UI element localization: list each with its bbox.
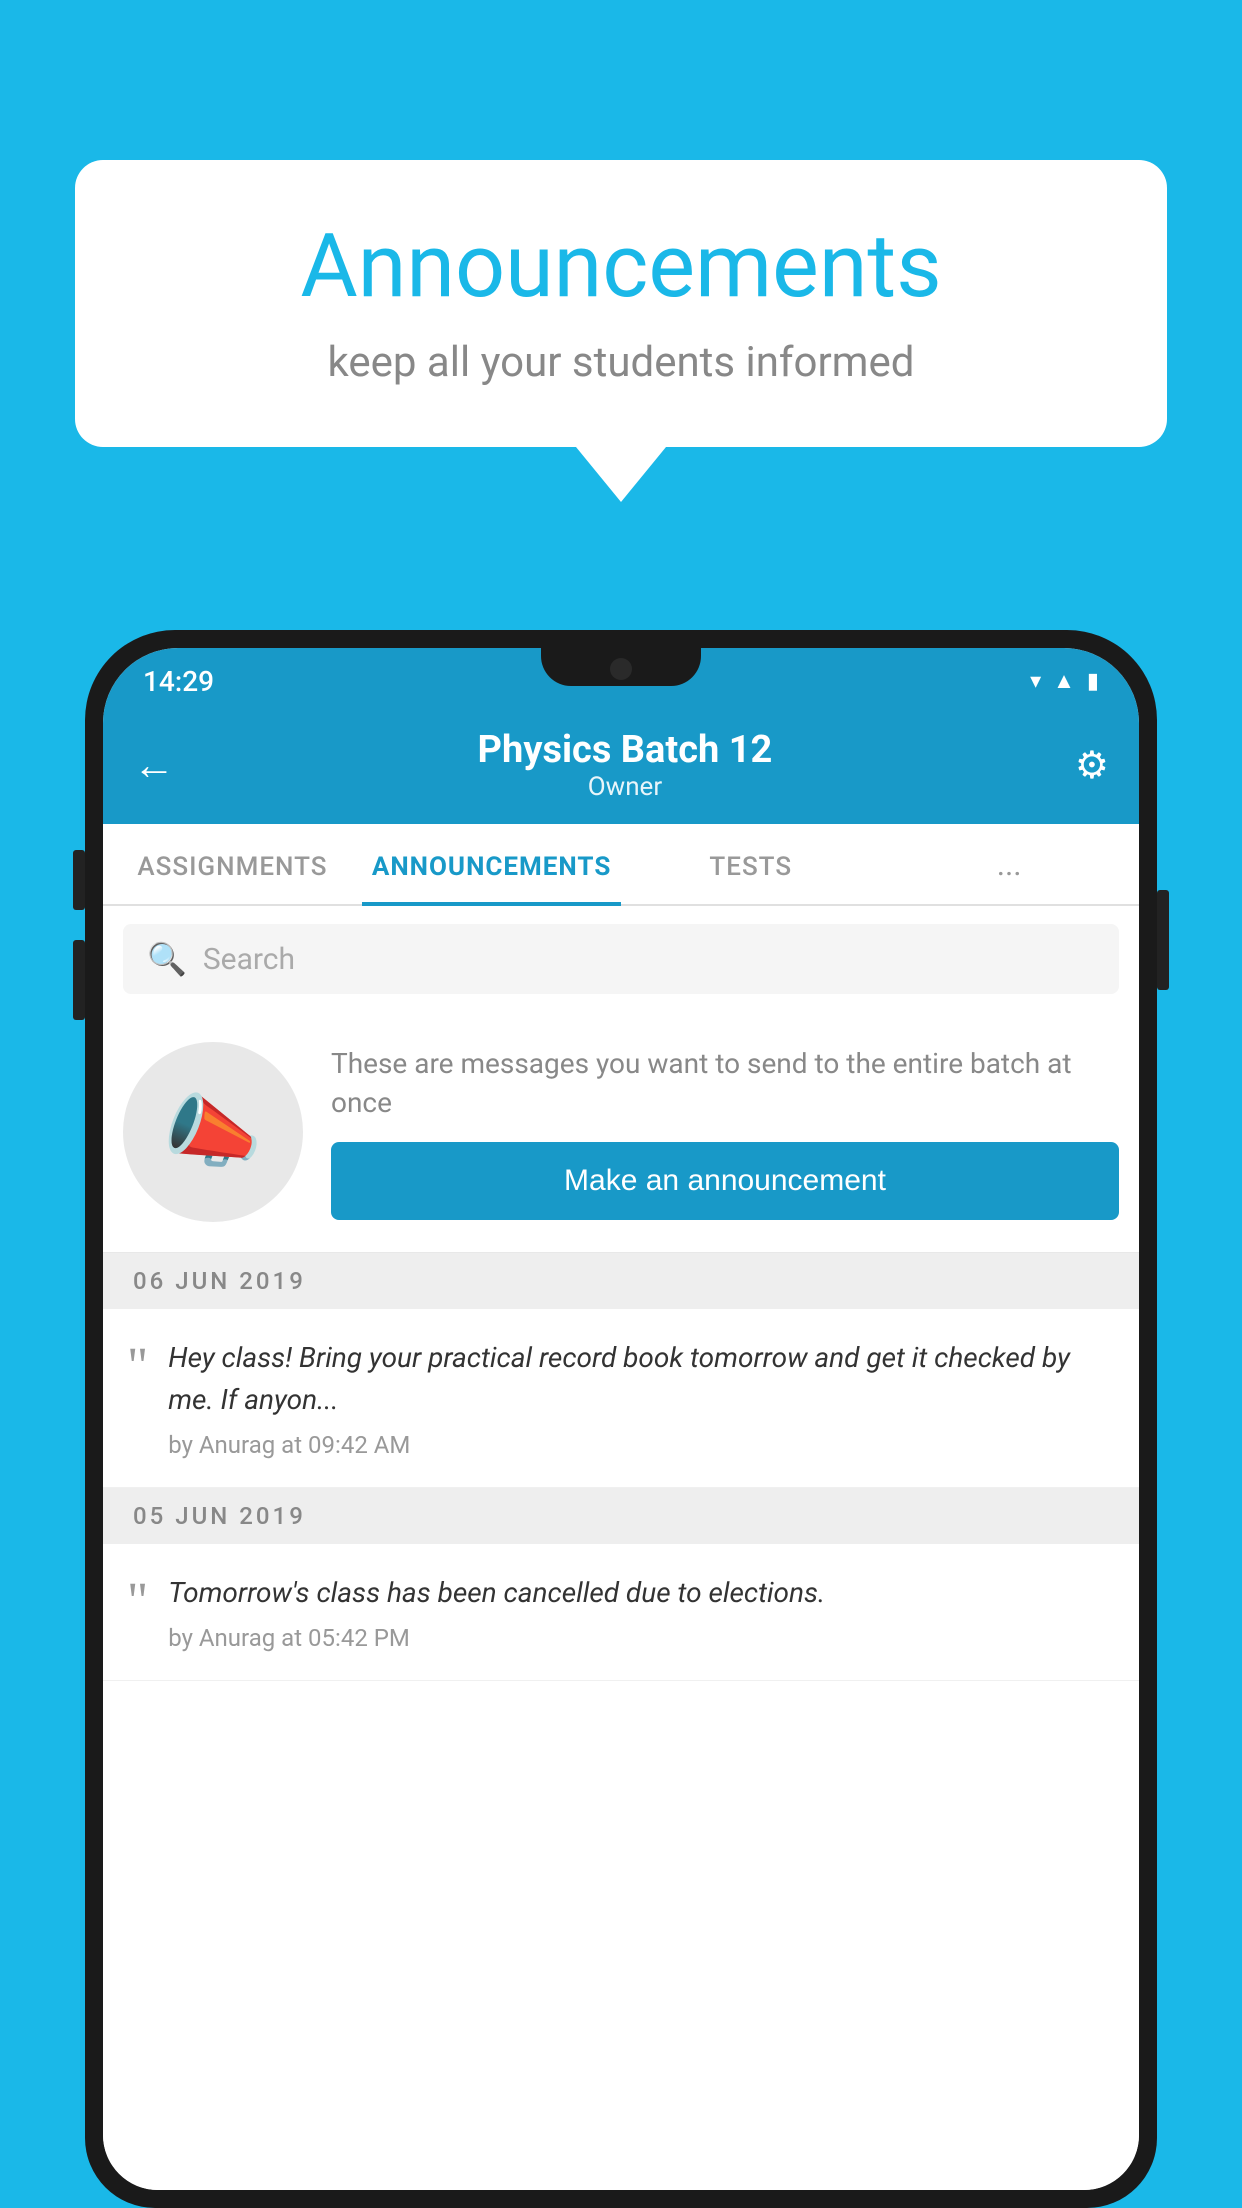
- date-separator-1: 06 JUN 2019: [103, 1253, 1139, 1309]
- tab-tests[interactable]: TESTS: [621, 824, 880, 904]
- announcement-text-2: Tomorrow's class has been cancelled due …: [168, 1572, 1115, 1614]
- camera: [610, 658, 632, 680]
- settings-icon[interactable]: ⚙: [1075, 743, 1109, 788]
- empty-state-description: These are messages you want to send to t…: [331, 1044, 1119, 1122]
- wifi-icon: ▾: [1030, 669, 1041, 694]
- app-bar-subtitle: Owner: [478, 772, 773, 802]
- app-bar-title: Physics Batch 12: [478, 728, 773, 772]
- tabs-bar: ASSIGNMENTS ANNOUNCEMENTS TESTS ...: [103, 824, 1139, 906]
- app-bar-center: Physics Batch 12 Owner: [478, 728, 773, 802]
- battery-icon: ▮: [1087, 669, 1099, 694]
- app-bar: ← Physics Batch 12 Owner ⚙: [103, 710, 1139, 824]
- empty-state-section: 📣 These are messages you want to send to…: [103, 1012, 1139, 1253]
- tab-more[interactable]: ...: [880, 824, 1139, 904]
- phone-screen: 14:29 ▾ ▲ ▮ ← Physics Batch 12 Owner ⚙: [103, 648, 1139, 2190]
- tab-assignments[interactable]: ASSIGNMENTS: [103, 824, 362, 904]
- bubble-title: Announcements: [135, 215, 1107, 318]
- announcement-meta-1: by Anurag at 09:42 AM: [168, 1431, 1115, 1459]
- announcement-meta-2: by Anurag at 05:42 PM: [168, 1624, 1115, 1652]
- make-announcement-button[interactable]: Make an announcement: [331, 1142, 1119, 1220]
- signal-icon: ▲: [1053, 668, 1075, 694]
- bubble-subtitle: keep all your students informed: [135, 338, 1107, 387]
- announcement-item-2[interactable]: " Tomorrow's class has been cancelled du…: [103, 1544, 1139, 1681]
- announcement-content-2: Tomorrow's class has been cancelled due …: [168, 1572, 1115, 1652]
- quote-icon-2: ": [127, 1576, 148, 1628]
- announcement-icon-circle: 📣: [123, 1042, 303, 1222]
- empty-state-content: These are messages you want to send to t…: [331, 1044, 1119, 1220]
- status-icons: ▾ ▲ ▮: [1030, 668, 1099, 694]
- volume-up-button: [73, 850, 85, 910]
- back-button[interactable]: ←: [133, 741, 175, 790]
- announcement-item-1[interactable]: " Hey class! Bring your practical record…: [103, 1309, 1139, 1488]
- search-placeholder: Search: [203, 942, 295, 977]
- megaphone-icon: 📣: [163, 1085, 263, 1179]
- bubble-pointer: [576, 447, 666, 502]
- search-icon: 🔍: [147, 940, 187, 978]
- power-button: [1157, 890, 1169, 990]
- tab-announcements[interactable]: ANNOUNCEMENTS: [362, 824, 621, 904]
- announcement-text-1: Hey class! Bring your practical record b…: [168, 1337, 1115, 1421]
- phone-outer-frame: 14:29 ▾ ▲ ▮ ← Physics Batch 12 Owner ⚙: [85, 630, 1157, 2208]
- speech-bubble-card: Announcements keep all your students inf…: [75, 160, 1167, 447]
- date-separator-2: 05 JUN 2019: [103, 1488, 1139, 1544]
- volume-down-button: [73, 940, 85, 1020]
- search-bar[interactable]: 🔍 Search: [123, 924, 1119, 994]
- content-area: 🔍 Search 📣 These are messages you want t…: [103, 906, 1139, 2190]
- speech-bubble-section: Announcements keep all your students inf…: [75, 160, 1167, 502]
- announcement-content-1: Hey class! Bring your practical record b…: [168, 1337, 1115, 1459]
- phone-mockup: 14:29 ▾ ▲ ▮ ← Physics Batch 12 Owner ⚙: [85, 630, 1157, 2208]
- phone-notch: [541, 648, 701, 686]
- status-time: 14:29: [143, 665, 214, 698]
- quote-icon-1: ": [127, 1341, 148, 1393]
